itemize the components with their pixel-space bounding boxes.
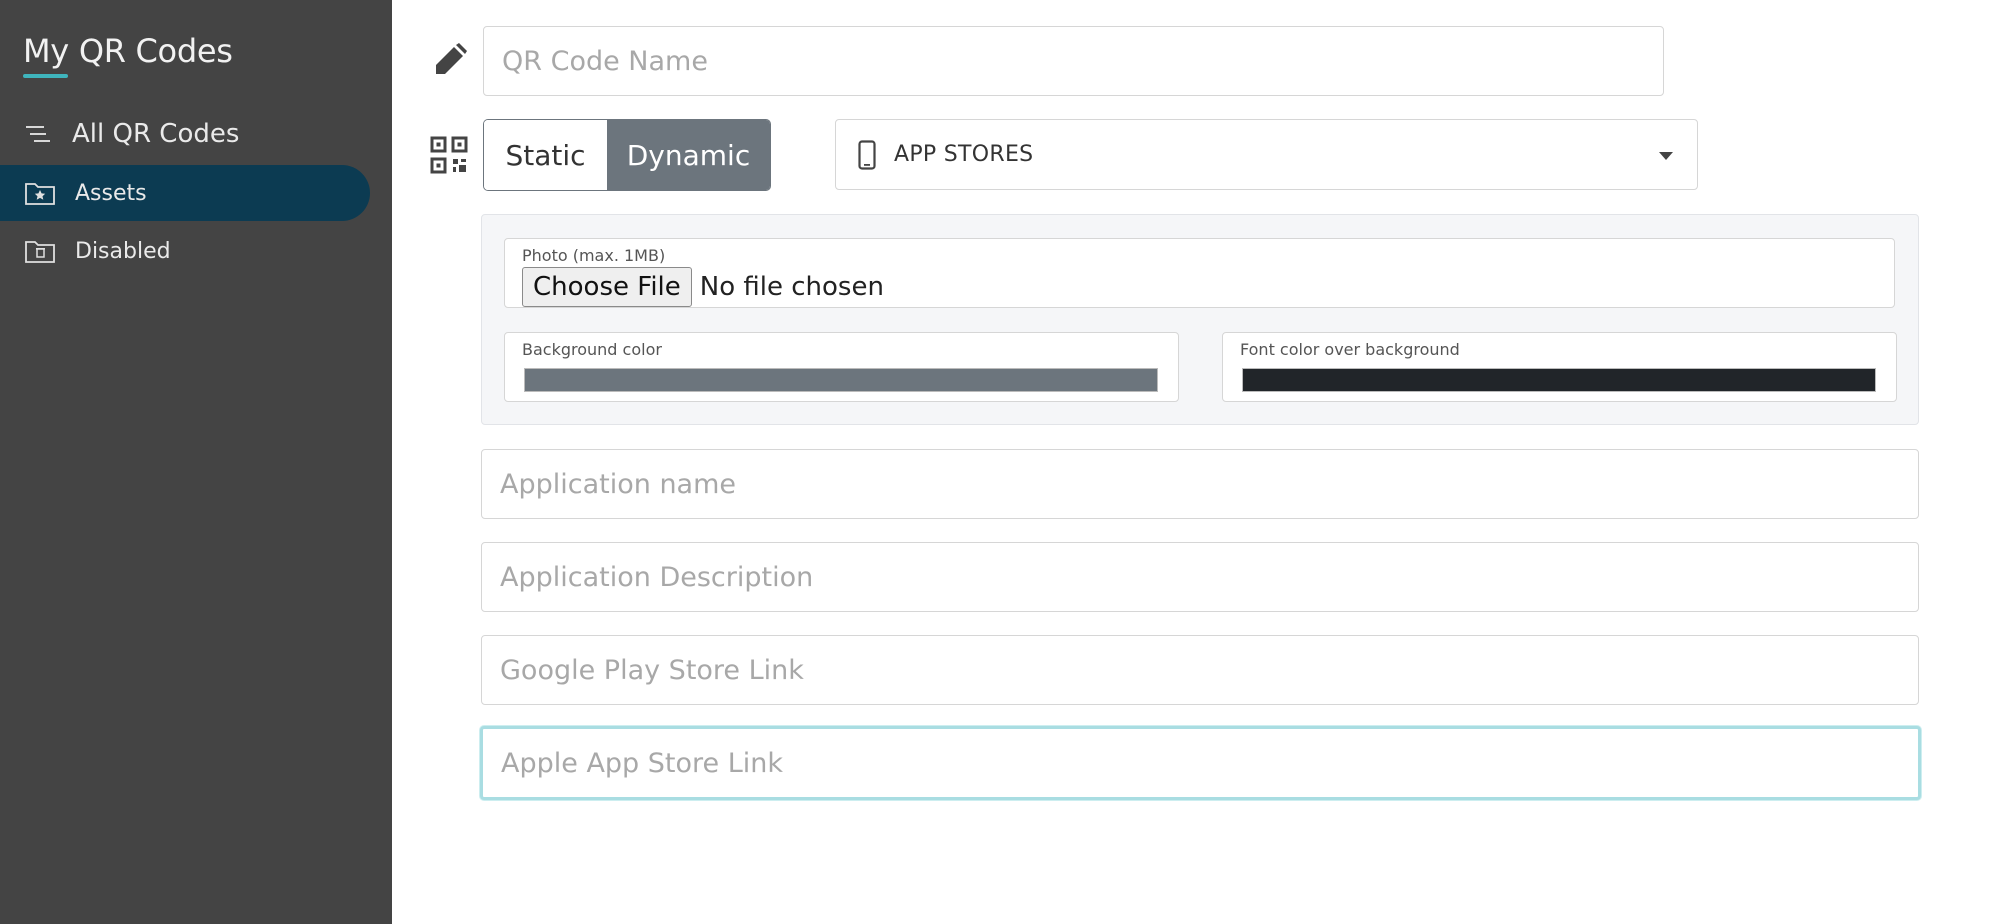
pencil-icon bbox=[430, 42, 468, 80]
category-select-value: APP STORES bbox=[894, 142, 1034, 167]
brand-underline bbox=[23, 74, 68, 78]
mobile-phone-icon bbox=[858, 140, 876, 170]
category-select[interactable]: APP STORES bbox=[835, 119, 1698, 190]
sidebar-item-label: Disabled bbox=[75, 238, 171, 264]
dynamic-option[interactable]: Dynamic bbox=[607, 120, 770, 190]
qr-code-icon bbox=[430, 136, 468, 174]
sidebar-item-label: All QR Codes bbox=[72, 119, 240, 149]
brand-title: My QR Codes bbox=[23, 32, 233, 70]
font-color-label: Font color over background bbox=[1240, 340, 1460, 359]
application-name-input[interactable] bbox=[481, 449, 1919, 519]
font-color-field: Font color over background bbox=[1222, 332, 1897, 402]
photo-label: Photo (max. 1MB) bbox=[522, 246, 666, 265]
list-icon bbox=[24, 121, 56, 147]
trash-folder-icon bbox=[24, 238, 56, 264]
qr-type-toggle: Static Dynamic bbox=[483, 119, 771, 191]
application-description-input[interactable] bbox=[481, 542, 1919, 612]
sidebar-item-label: Assets bbox=[75, 180, 147, 206]
font-color-swatch[interactable] bbox=[1242, 368, 1876, 392]
background-color-label: Background color bbox=[522, 340, 662, 359]
chevron-down-icon bbox=[1659, 152, 1673, 160]
background-color-field: Background color bbox=[504, 332, 1179, 402]
file-status: No file chosen bbox=[699, 272, 884, 302]
star-folder-icon bbox=[24, 180, 56, 206]
qr-code-name-input[interactable] bbox=[483, 26, 1664, 96]
sidebar-item-all-qr-codes[interactable]: All QR Codes bbox=[0, 106, 370, 162]
app-root: My QR Codes All QR Codes Assets Disabled… bbox=[0, 0, 1999, 924]
file-input: Choose File No file chosen bbox=[522, 267, 884, 307]
choose-file-button[interactable]: Choose File bbox=[522, 267, 692, 307]
sidebar-item-disabled[interactable]: Disabled bbox=[0, 223, 370, 279]
sidebar-item-assets[interactable]: Assets bbox=[0, 165, 370, 221]
google-play-link-input[interactable] bbox=[481, 635, 1919, 705]
static-option[interactable]: Static bbox=[484, 120, 607, 190]
background-color-swatch[interactable] bbox=[524, 368, 1158, 392]
design-panel: Photo (max. 1MB) Choose File No file cho… bbox=[481, 214, 1919, 425]
photo-upload-field: Photo (max. 1MB) Choose File No file cho… bbox=[504, 238, 1895, 308]
sidebar: My QR Codes All QR Codes Assets Disabled bbox=[0, 0, 392, 924]
apple-store-link-input[interactable] bbox=[480, 726, 1921, 800]
